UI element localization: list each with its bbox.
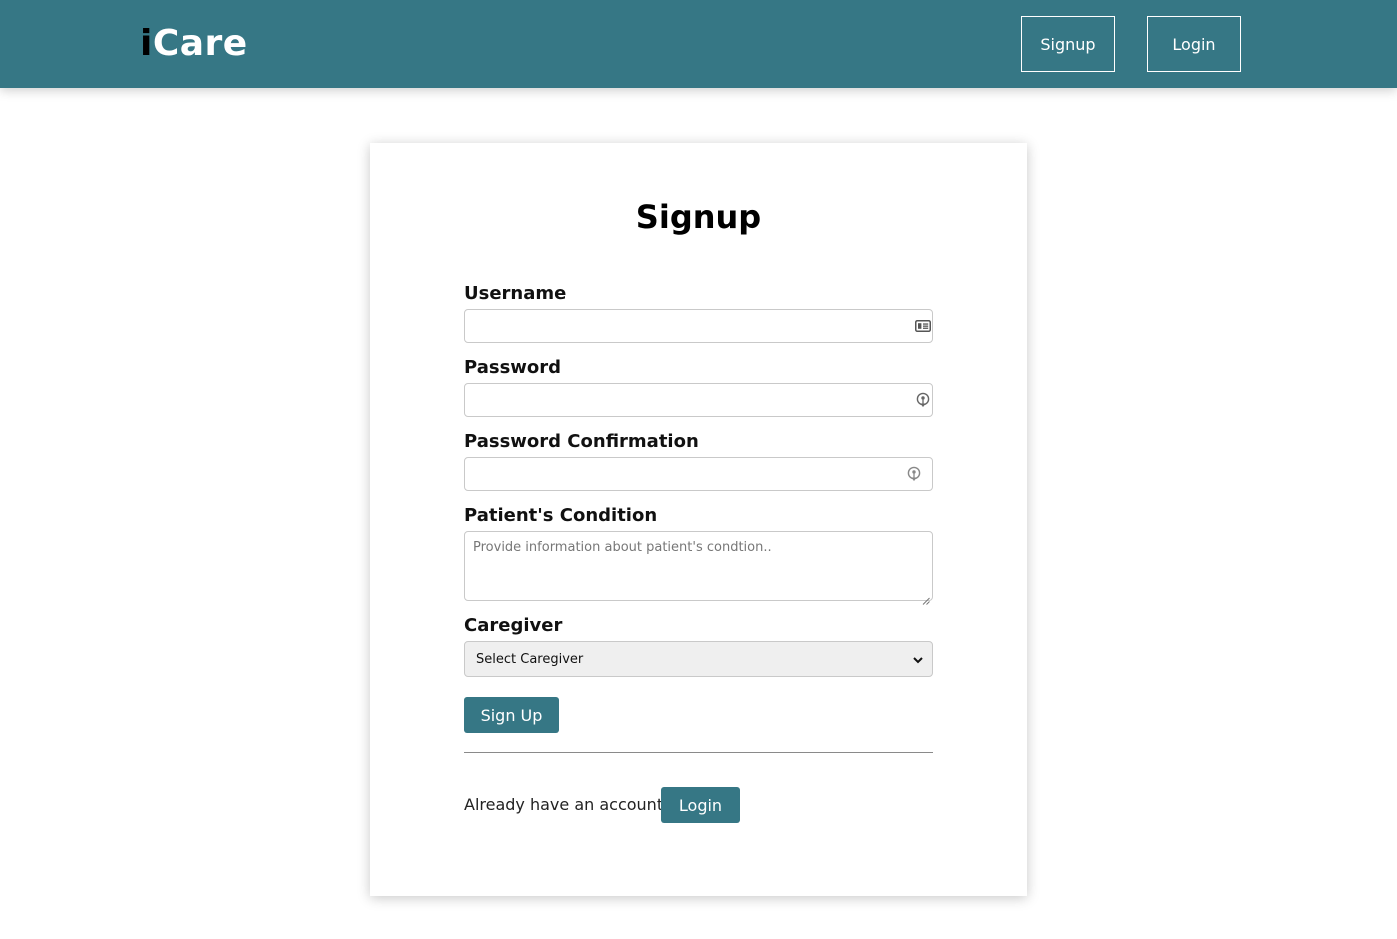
username-input[interactable] xyxy=(465,310,932,342)
caregiver-select-value: Select Caregiver xyxy=(476,651,584,667)
page-title: Signup xyxy=(635,198,762,236)
password-manager-icon[interactable] xyxy=(915,392,931,408)
brand-logo-text: Care xyxy=(152,23,248,64)
chevron-down-icon xyxy=(912,654,924,666)
patient-condition-wrapper xyxy=(464,531,933,605)
username-label: Username xyxy=(464,283,567,304)
password-confirmation-field-wrapper xyxy=(464,457,933,491)
sign-up-button[interactable]: Sign Up xyxy=(464,697,559,733)
resize-handle-icon[interactable] xyxy=(922,590,930,605)
caregiver-label: Caregiver xyxy=(464,615,563,636)
divider xyxy=(464,752,933,753)
brand-logo-i: i xyxy=(140,23,153,64)
password-field-wrapper xyxy=(464,383,933,417)
caregiver-select[interactable]: Select Caregiver xyxy=(464,641,933,677)
login-button[interactable]: Login xyxy=(661,787,740,823)
nav-login-button[interactable]: Login xyxy=(1147,16,1241,72)
patient-condition-label: Patient's Condition xyxy=(464,505,658,526)
top-navbar: iCare Signup Login xyxy=(0,0,1397,88)
username-field-wrapper xyxy=(464,309,933,343)
password-manager-icon[interactable] xyxy=(906,466,922,482)
password-confirmation-label: Password Confirmation xyxy=(464,431,699,452)
brand-logo[interactable]: iCare xyxy=(140,22,248,66)
already-have-account-text: Already have an account? xyxy=(464,795,672,814)
password-input[interactable] xyxy=(465,384,932,416)
password-label: Password xyxy=(464,357,562,378)
signup-card: Signup Username Password Password Confir… xyxy=(370,143,1027,896)
nav-signup-button[interactable]: Signup xyxy=(1021,16,1115,72)
password-confirmation-input[interactable] xyxy=(465,458,932,490)
id-card-icon[interactable] xyxy=(915,319,931,333)
patient-condition-textarea[interactable] xyxy=(465,532,932,600)
